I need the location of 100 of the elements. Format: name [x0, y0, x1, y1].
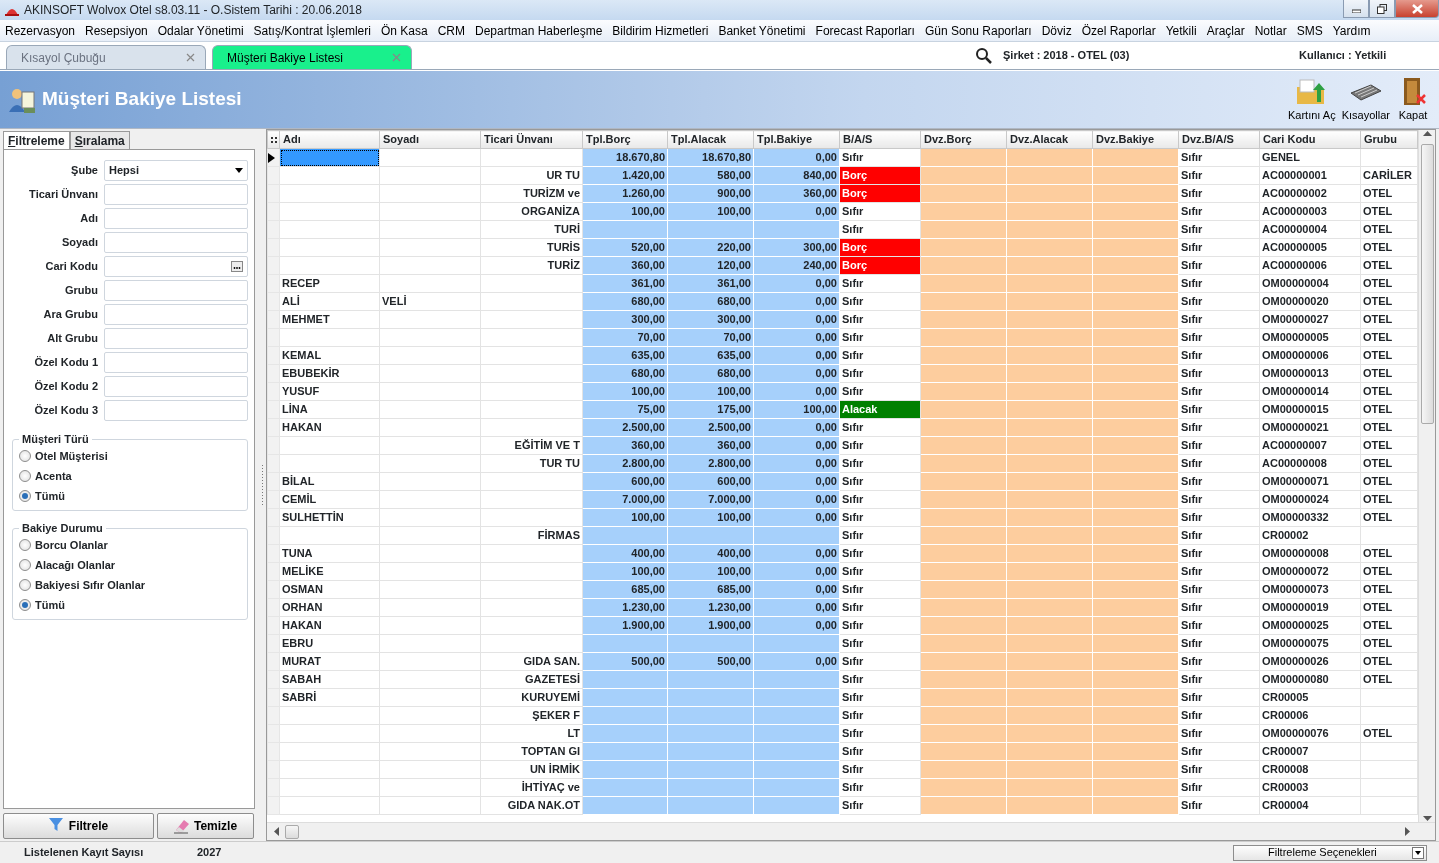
- menu-item[interactable]: Satış/Kontrat İşlemleri: [248, 21, 376, 40]
- menu-item[interactable]: Odalar Yönetimi: [152, 21, 249, 40]
- action-button[interactable]: Filtrele: [3, 813, 154, 839]
- radio-button[interactable]: [19, 559, 31, 571]
- close-icon: [1411, 3, 1423, 14]
- scroll-right-icon: [1405, 827, 1411, 836]
- toolbar-button[interactable]: Kartını Aç: [1285, 75, 1339, 124]
- toolbar-button[interactable]: Kısayollar: [1338, 75, 1393, 124]
- table-cell: Sıfır: [1178, 400, 1260, 419]
- column-header[interactable]: Grubu: [1360, 130, 1418, 149]
- horizontal-scrollbar[interactable]: [267, 822, 1435, 840]
- menu-item[interactable]: Rezervasyon: [0, 21, 81, 40]
- table-cell: MEHMET: [279, 310, 380, 329]
- column-header[interactable]: Soyadı: [379, 130, 481, 149]
- table-cell: TOPTAN GI: [480, 742, 583, 761]
- input-field[interactable]: [104, 255, 248, 277]
- input-field[interactable]: [104, 303, 248, 325]
- close-icon[interactable]: [186, 53, 195, 62]
- field-label: Özel Kodu 3: [33, 402, 99, 418]
- menu-item[interactable]: Yardım: [1327, 21, 1376, 40]
- input-field[interactable]: [104, 399, 248, 421]
- grid-handle-icon[interactable]: [271, 136, 277, 145]
- table-cell: AC00000008: [1259, 454, 1361, 473]
- input-field[interactable]: [104, 351, 248, 373]
- options-dropdown-button[interactable]: Filtreleme Seçenekleri: [1233, 844, 1427, 861]
- input-field[interactable]: [104, 327, 248, 349]
- field-label: Özel Kodu 2: [33, 378, 99, 394]
- table-cell: GIDA SAN.: [480, 652, 583, 671]
- radio-button[interactable]: [19, 539, 31, 551]
- close-icon[interactable]: [392, 53, 401, 62]
- scrollbar-thumb[interactable]: [285, 824, 299, 839]
- menu-item[interactable]: Notlar: [1249, 21, 1292, 40]
- menu-item[interactable]: Araçlar: [1201, 21, 1250, 40]
- table-cell: OTEL: [1360, 508, 1418, 527]
- table-cell: Sıfır: [839, 382, 921, 401]
- radio-button[interactable]: [19, 599, 31, 611]
- radio-button[interactable]: [19, 490, 31, 502]
- column-header[interactable]: Cari Kodu: [1259, 130, 1361, 149]
- action-button[interactable]: Temizle: [157, 813, 254, 839]
- input-field[interactable]: [104, 183, 248, 205]
- menu-item[interactable]: Döviz: [1036, 21, 1077, 40]
- scrollbar-thumb[interactable]: [1420, 144, 1434, 424]
- document-tab[interactable]: Müşteri Bakiye Listesi: [212, 45, 412, 69]
- menu-item[interactable]: Özel Raporlar: [1076, 21, 1161, 40]
- menu-item[interactable]: Forecast Raporları: [810, 21, 920, 40]
- column-header[interactable]: Dvz.Bakiye: [1092, 130, 1179, 149]
- table-cell: OM00000080: [1259, 670, 1361, 689]
- maximize-button[interactable]: [1369, 0, 1395, 18]
- table-cell: Sıfır: [839, 562, 921, 581]
- table-cell: OM00000332: [1259, 508, 1361, 527]
- search-icon[interactable]: [975, 46, 993, 65]
- column-header[interactable]: Adı: [279, 130, 380, 149]
- input-field[interactable]: [104, 231, 248, 253]
- menu-item[interactable]: Departman Haberleşme: [469, 21, 608, 40]
- table-cell: AC00000003: [1259, 202, 1361, 221]
- panel-tab[interactable]: Filtreleme: [3, 131, 70, 149]
- radio-button[interactable]: [19, 470, 31, 482]
- table-cell: CR00006: [1259, 706, 1361, 725]
- menu-item[interactable]: Banket Yönetimi: [713, 21, 811, 40]
- menu-item[interactable]: Ön Kasa: [375, 21, 433, 40]
- radio-button[interactable]: [19, 450, 31, 462]
- column-header[interactable]: Tpl.Bakiye: [753, 130, 840, 149]
- close-button[interactable]: [1395, 0, 1439, 18]
- panel-tab[interactable]: Sıralama: [69, 131, 130, 149]
- column-header[interactable]: B/A/S: [839, 130, 921, 149]
- table-cell: EBRU: [279, 634, 380, 653]
- column-header[interactable]: Dvz.Alacak: [1006, 130, 1093, 149]
- table-cell: OM00000076: [1259, 724, 1361, 743]
- input-field[interactable]: [104, 207, 248, 229]
- menu-item[interactable]: Bildirim Hizmetleri: [607, 21, 714, 40]
- table-cell: CR00003: [1259, 778, 1361, 797]
- column-header[interactable]: Ticari Ünvanı: [480, 130, 583, 149]
- ellipsis-button-icon[interactable]: [231, 260, 243, 272]
- vertical-scrollbar[interactable]: [1418, 130, 1435, 822]
- restore-icon: [1377, 3, 1387, 14]
- column-header[interactable]: Tpl.Alacak: [667, 130, 754, 149]
- table-cell: OTEL: [1360, 472, 1418, 491]
- menu-item[interactable]: Yetkili: [1160, 21, 1202, 40]
- table-cell: OSMAN: [279, 580, 380, 599]
- menu-item[interactable]: SMS: [1291, 21, 1328, 40]
- document-tab[interactable]: Kısayol Çubuğu: [6, 45, 206, 69]
- table-cell: OTEL: [1360, 616, 1418, 635]
- menu-item[interactable]: CRM: [432, 21, 470, 40]
- radio-button[interactable]: [19, 579, 31, 591]
- dropdown-field[interactable]: Hepsi: [104, 159, 248, 181]
- table-cell: OTEL: [1360, 310, 1418, 329]
- table-cell: Sıfır: [839, 364, 921, 383]
- table-cell: Sıfır: [839, 436, 921, 455]
- toolbar-button[interactable]: Kapat: [1393, 75, 1433, 124]
- radio-label: Tümü: [35, 597, 65, 613]
- input-field[interactable]: [104, 375, 248, 397]
- column-header[interactable]: Dvz.Borç: [920, 130, 1007, 149]
- splitter-grip-icon[interactable]: [260, 465, 264, 505]
- table-cell: Sıfır: [839, 616, 921, 635]
- menu-item[interactable]: Gün Sonu Raporları: [919, 21, 1037, 40]
- column-header[interactable]: Tpl.Borç: [582, 130, 668, 149]
- table-cell: OM00000008: [1259, 544, 1361, 563]
- column-header[interactable]: Dvz.B/A/S: [1178, 130, 1260, 149]
- menu-item[interactable]: Resepsiyon: [80, 21, 153, 40]
- input-field[interactable]: [104, 279, 248, 301]
